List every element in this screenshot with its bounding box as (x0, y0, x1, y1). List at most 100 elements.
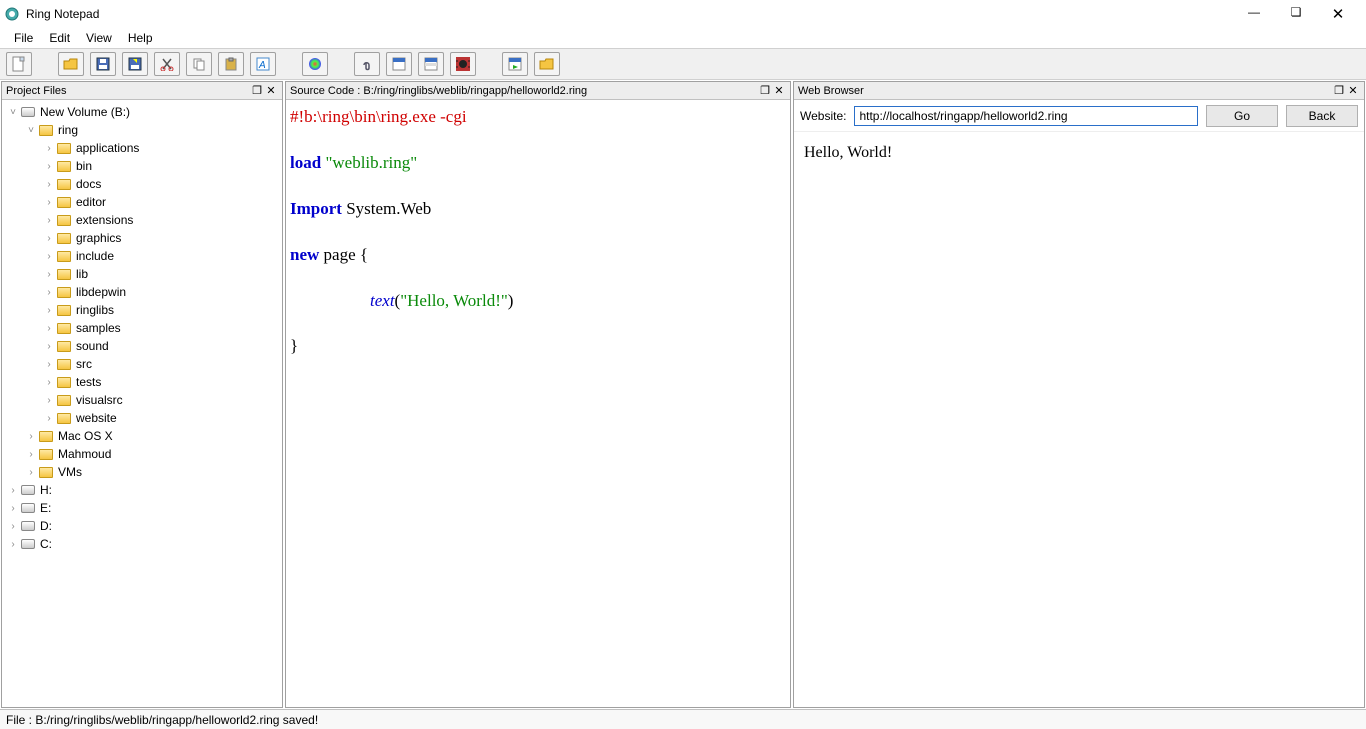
panel-float-icon[interactable]: ❐ (758, 84, 772, 97)
expand-arrow-icon[interactable]: › (42, 161, 56, 172)
tree-item-visualsrc[interactable]: ›visualsrc (4, 391, 280, 409)
tree-item-samples[interactable]: ›samples (4, 319, 280, 337)
expand-arrow-icon[interactable]: › (24, 449, 38, 460)
tree-label: New Volume (B:) (40, 105, 130, 119)
expand-arrow-icon[interactable]: › (6, 485, 20, 496)
expand-arrow-icon[interactable]: › (42, 287, 56, 298)
expand-arrow-icon[interactable]: › (42, 341, 56, 352)
expand-arrow-icon[interactable]: › (42, 413, 56, 424)
expand-arrow-icon[interactable]: › (42, 197, 56, 208)
tree-label: Mac OS X (58, 429, 113, 443)
paste-button[interactable] (218, 52, 244, 76)
tree-item-include[interactable]: ›include (4, 247, 280, 265)
panel-close-icon[interactable]: ✕ (264, 84, 278, 97)
back-button[interactable]: Back (1286, 105, 1358, 127)
tree-drive-H[interactable]: ›H: (4, 481, 280, 499)
expand-arrow-icon[interactable]: › (6, 539, 20, 550)
browser-address-bar: Website: Go Back (794, 100, 1364, 132)
panel-float-icon[interactable]: ❐ (250, 84, 264, 97)
panel-header-source[interactable]: Source Code : B:/ring/ringlibs/weblib/ri… (286, 82, 790, 100)
expand-arrow-icon[interactable]: › (42, 179, 56, 190)
folder-icon (38, 428, 54, 444)
expand-arrow-icon[interactable]: › (42, 359, 56, 370)
folder-icon (38, 464, 54, 480)
project-tree[interactable]: ˅New Volume (B:)˅ring›applications›bin›d… (2, 100, 282, 707)
tree-label: extensions (76, 213, 133, 227)
tree-item-mahmoud[interactable]: ›Mahmoud (4, 445, 280, 463)
tree-item-docs[interactable]: ›docs (4, 175, 280, 193)
menu-view[interactable]: View (80, 29, 118, 47)
tree-drive-C[interactable]: › C: (4, 535, 280, 553)
expand-arrow-icon[interactable]: › (42, 233, 56, 244)
str-weblib: "weblib.ring" (321, 153, 417, 172)
go-button[interactable]: Go (1206, 105, 1278, 127)
expand-arrow-icon[interactable]: › (6, 503, 20, 514)
tree-label: C: (40, 537, 52, 551)
minimize-button[interactable]: — (1242, 5, 1266, 23)
tree-item-website[interactable]: ›website (4, 409, 280, 427)
website-input[interactable] (854, 106, 1198, 126)
tree-item-applications[interactable]: ›applications (4, 139, 280, 157)
tree-item-tests[interactable]: ›tests (4, 373, 280, 391)
cut-button[interactable] (154, 52, 180, 76)
tree-item-extensions[interactable]: › extensions (4, 211, 280, 229)
bug-button[interactable] (450, 52, 476, 76)
expand-arrow-icon[interactable]: › (42, 395, 56, 406)
tree-item-mac-os-x[interactable]: › Mac OS X (4, 427, 280, 445)
tree-item-src[interactable]: ›src (4, 355, 280, 373)
tree-item-graphics[interactable]: ›graphics (4, 229, 280, 247)
run-button[interactable] (502, 52, 528, 76)
expand-arrow-icon[interactable]: › (6, 521, 20, 532)
copy-button[interactable] (186, 52, 212, 76)
website-label: Website: (800, 109, 846, 123)
drive-icon (20, 500, 36, 516)
menu-edit[interactable]: Edit (43, 29, 76, 47)
tree-item-vms[interactable]: ›VMs (4, 463, 280, 481)
font-button[interactable]: A (250, 52, 276, 76)
tree-item-libdepwin[interactable]: ›libdepwin (4, 283, 280, 301)
panel-float-icon[interactable]: ❐ (1332, 84, 1346, 97)
save-button[interactable] (90, 52, 116, 76)
expand-arrow-icon[interactable]: › (42, 377, 56, 388)
view2-button[interactable] (418, 52, 444, 76)
menu-file[interactable]: File (8, 29, 39, 47)
expand-arrow-icon[interactable]: › (42, 251, 56, 262)
expand-arrow-icon[interactable]: › (42, 215, 56, 226)
new-file-button[interactable] (6, 52, 32, 76)
tree-item-bin[interactable]: ›bin (4, 157, 280, 175)
panel-close-icon[interactable]: ✕ (772, 84, 786, 97)
tree-drive-E[interactable]: ›E: (4, 499, 280, 517)
expand-arrow-icon[interactable]: › (42, 323, 56, 334)
tree-root[interactable]: ˅ New Volume (B:) (4, 103, 280, 121)
folder-icon (56, 194, 72, 210)
panel-header-browser[interactable]: Web Browser ❐ ✕ (794, 82, 1364, 100)
tree-drive-D[interactable]: ›D: (4, 517, 280, 535)
expand-arrow-icon[interactable]: › (42, 143, 56, 154)
tree-item-ringlibs[interactable]: ›ringlibs (4, 301, 280, 319)
expand-arrow-icon[interactable]: › (42, 269, 56, 280)
expand-arrow-icon[interactable]: ˅ (6, 107, 20, 118)
expand-arrow-icon[interactable]: › (24, 431, 38, 442)
open-button[interactable] (58, 52, 84, 76)
drive-icon (20, 536, 36, 552)
open-folder-button[interactable] (534, 52, 560, 76)
expand-arrow-icon[interactable]: › (42, 305, 56, 316)
tree-item-lib[interactable]: ›lib (4, 265, 280, 283)
tree-item-editor[interactable]: ›editor (4, 193, 280, 211)
svg-text:A: A (258, 60, 266, 71)
menu-help[interactable]: Help (122, 29, 159, 47)
maximize-button[interactable]: ❏ (1284, 5, 1308, 23)
tree-item-sound[interactable]: ›sound (4, 337, 280, 355)
folder-icon (56, 176, 72, 192)
code-editor[interactable]: #!b:\ring\bin\ring.exe -cgi load "weblib… (286, 100, 790, 707)
expand-arrow-icon[interactable]: ˅ (24, 125, 38, 136)
saveas-button[interactable] (122, 52, 148, 76)
color-button[interactable] (302, 52, 328, 76)
expand-arrow-icon[interactable]: › (24, 467, 38, 478)
clip-button[interactable] (354, 52, 380, 76)
tree-ring[interactable]: ˅ring (4, 121, 280, 139)
close-button[interactable]: ✕ (1326, 5, 1350, 23)
view1-button[interactable] (386, 52, 412, 76)
panel-close-icon[interactable]: ✕ (1346, 84, 1360, 97)
panel-header-project[interactable]: Project Files ❐ ✕ (2, 82, 282, 100)
